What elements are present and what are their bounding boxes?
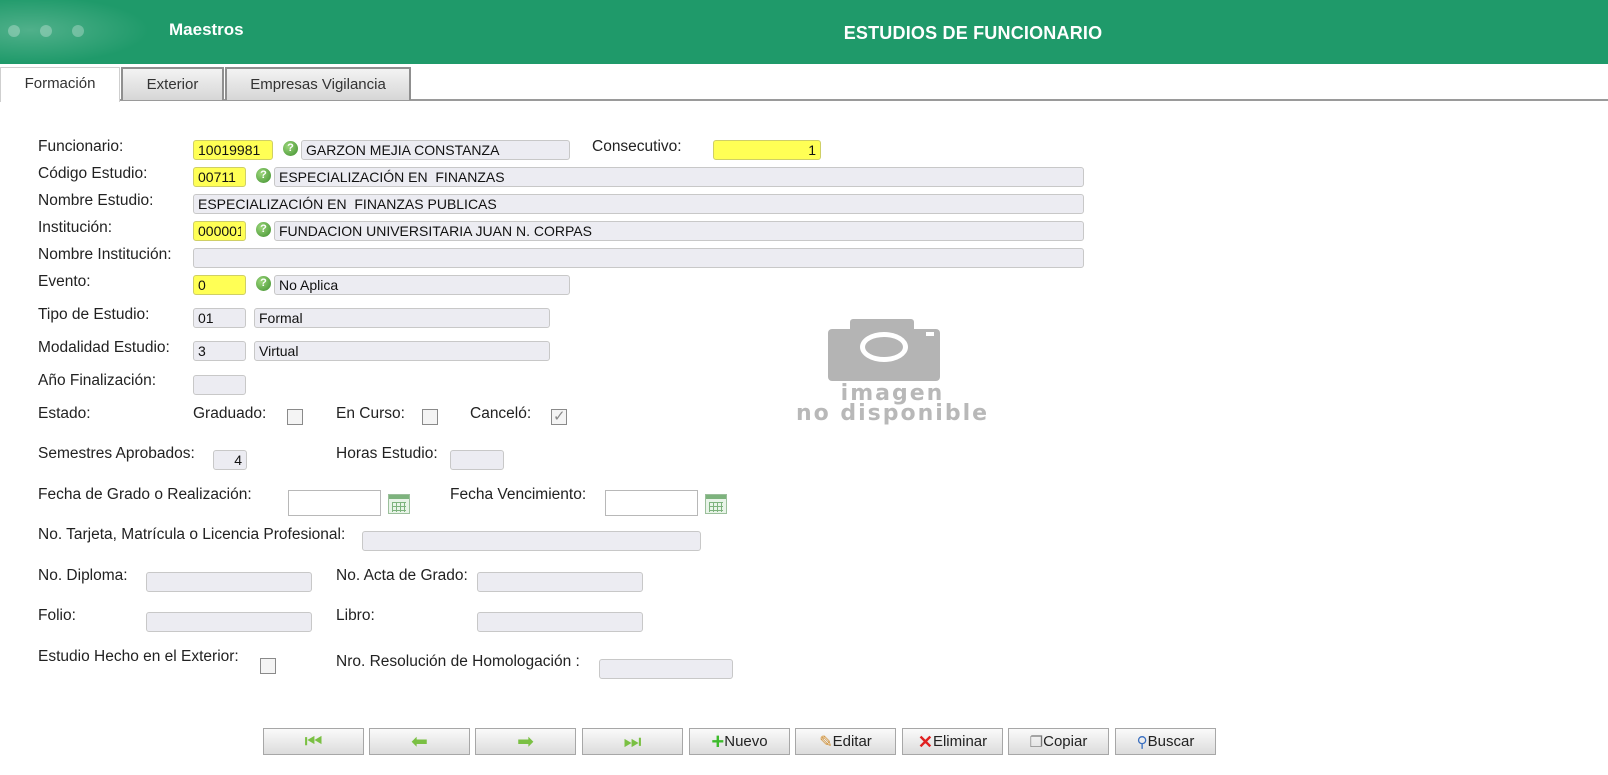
fecha-vencimiento-input[interactable] [605, 490, 698, 516]
funcionario-code-input[interactable] [193, 140, 273, 160]
copy-icon: ❐ [1029, 733, 1044, 751]
app-header: Maestros ESTUDIOS DE FUNCIONARIO [0, 0, 1608, 64]
horas-estudio-input[interactable] [450, 450, 504, 470]
first-icon: ⏮ [304, 730, 323, 753]
first-record-button[interactable]: ⏮ [263, 728, 364, 755]
evento-code-input[interactable] [193, 275, 246, 295]
funcionario-name-field [301, 140, 570, 160]
page-title: ESTUDIOS DE FUNCIONARIO [843, 23, 1103, 43]
nuevo-button[interactable]: +Nuevo [689, 728, 790, 755]
diploma-input[interactable] [146, 572, 312, 592]
evento-name-field [274, 275, 570, 295]
nombre-institucion-input[interactable] [193, 248, 1084, 268]
funcionario-label: Funcionario: [38, 138, 124, 155]
placeholder-text-line2: no disponible [795, 401, 990, 426]
tarjeta-profesional-label: No. Tarjeta, Matrícula o Licencia Profes… [38, 526, 346, 543]
buscar-button[interactable]: ⚲Buscar [1115, 728, 1216, 755]
consecutivo-label: Consecutivo: [592, 138, 682, 155]
arrow-left-icon: ⬅ [411, 730, 428, 753]
graduado-checkbox[interactable] [287, 409, 303, 425]
plus-icon: + [711, 729, 725, 755]
horas-estudio-label: Horas Estudio: [336, 445, 438, 462]
editar-label: Editar [832, 733, 872, 750]
semestres-aprobados-label: Semestres Aprobados: [38, 445, 195, 462]
diploma-label: No. Diploma: [38, 567, 128, 584]
fecha-grado-input[interactable] [288, 490, 381, 516]
folio-input[interactable] [146, 612, 312, 632]
photo-placeholder: imagen no disponible [770, 315, 1015, 426]
consecutivo-input[interactable] [713, 140, 821, 160]
help-icon[interactable]: ? [256, 222, 271, 237]
codigo-estudio-name-field [274, 167, 1084, 187]
institucion-code-input[interactable] [193, 221, 246, 241]
help-icon[interactable]: ? [256, 276, 271, 291]
evento-label: Evento: [38, 273, 91, 290]
help-icon[interactable]: ? [283, 141, 298, 156]
estudio-exterior-label: Estudio Hecho en el Exterior: [38, 648, 239, 665]
eliminar-button[interactable]: ✕Eliminar [902, 728, 1003, 755]
nuevo-label: Nuevo [724, 733, 768, 750]
tipo-estudio-label: Tipo de Estudio: [38, 306, 150, 323]
copiar-button[interactable]: ❐Copiar [1008, 728, 1109, 755]
calendar-icon[interactable] [705, 494, 727, 514]
modalidad-estudio-code-input[interactable] [193, 341, 246, 361]
cancelo-label: Canceló: [470, 405, 532, 422]
nombre-estudio-label: Nombre Estudio: [38, 192, 154, 209]
anio-finalizacion-label: Año Finalización: [38, 372, 157, 389]
modalidad-estudio-label: Modalidad Estudio: [38, 339, 170, 356]
institucion-label: Institución: [38, 219, 113, 236]
calendar-icon[interactable] [388, 494, 410, 514]
last-record-button[interactable]: ⏭ [582, 728, 683, 755]
help-icon[interactable]: ? [256, 168, 271, 183]
acta-grado-label: No. Acta de Grado: [336, 567, 468, 584]
resolucion-homologacion-label: Nro. Resolución de Homologación : [336, 653, 580, 670]
search-icon: ⚲ [1136, 733, 1148, 751]
eliminar-label: Eliminar [932, 733, 988, 750]
libro-label: Libro: [336, 607, 375, 624]
graduado-label: Graduado: [193, 405, 267, 422]
estudio-exterior-checkbox[interactable] [260, 658, 276, 674]
codigo-estudio-input[interactable] [193, 167, 246, 187]
buscar-label: Buscar [1147, 733, 1195, 750]
fecha-grado-label: Fecha de Grado o Realización: [38, 486, 252, 503]
libro-input[interactable] [477, 612, 643, 632]
modalidad-estudio-name-field [254, 341, 550, 361]
nombre-institucion-label: Nombre Institución: [38, 246, 172, 263]
delete-icon: ✕ [917, 731, 933, 752]
previous-record-button[interactable]: ⬅ [369, 728, 470, 755]
copiar-label: Copiar [1043, 733, 1088, 750]
acta-grado-input[interactable] [477, 572, 643, 592]
editar-button[interactable]: ✎Editar [795, 728, 896, 755]
en-curso-label: En Curso: [336, 405, 405, 422]
tipo-estudio-name-field [254, 308, 550, 328]
codigo-estudio-label: Código Estudio: [38, 165, 148, 182]
fecha-vencimiento-label: Fecha Vencimiento: [450, 486, 587, 503]
en-curso-checkbox[interactable] [422, 409, 438, 425]
resolucion-homologacion-input[interactable] [599, 659, 733, 679]
cancelo-checkbox[interactable] [551, 407, 567, 425]
tipo-estudio-code-input[interactable] [193, 308, 246, 328]
tab-exterior[interactable]: Exterior [121, 67, 224, 100]
last-icon: ⏭ [623, 730, 642, 753]
semestres-aprobados-input[interactable] [213, 450, 247, 470]
anio-finalizacion-input[interactable] [193, 375, 246, 395]
folio-label: Folio: [38, 607, 76, 624]
tab-empresas-vigilancia[interactable]: Empresas Vigilancia [225, 67, 411, 100]
tarjeta-profesional-input[interactable] [362, 531, 701, 551]
arrow-right-icon: ➡ [517, 730, 534, 753]
pencil-icon: ✎ [819, 733, 833, 751]
nombre-estudio-input[interactable] [193, 194, 1084, 214]
tab-formacion[interactable]: Formación [0, 67, 120, 102]
estado-label: Estado: [38, 405, 91, 422]
next-record-button[interactable]: ➡ [475, 728, 576, 755]
institucion-name-field [274, 221, 1084, 241]
